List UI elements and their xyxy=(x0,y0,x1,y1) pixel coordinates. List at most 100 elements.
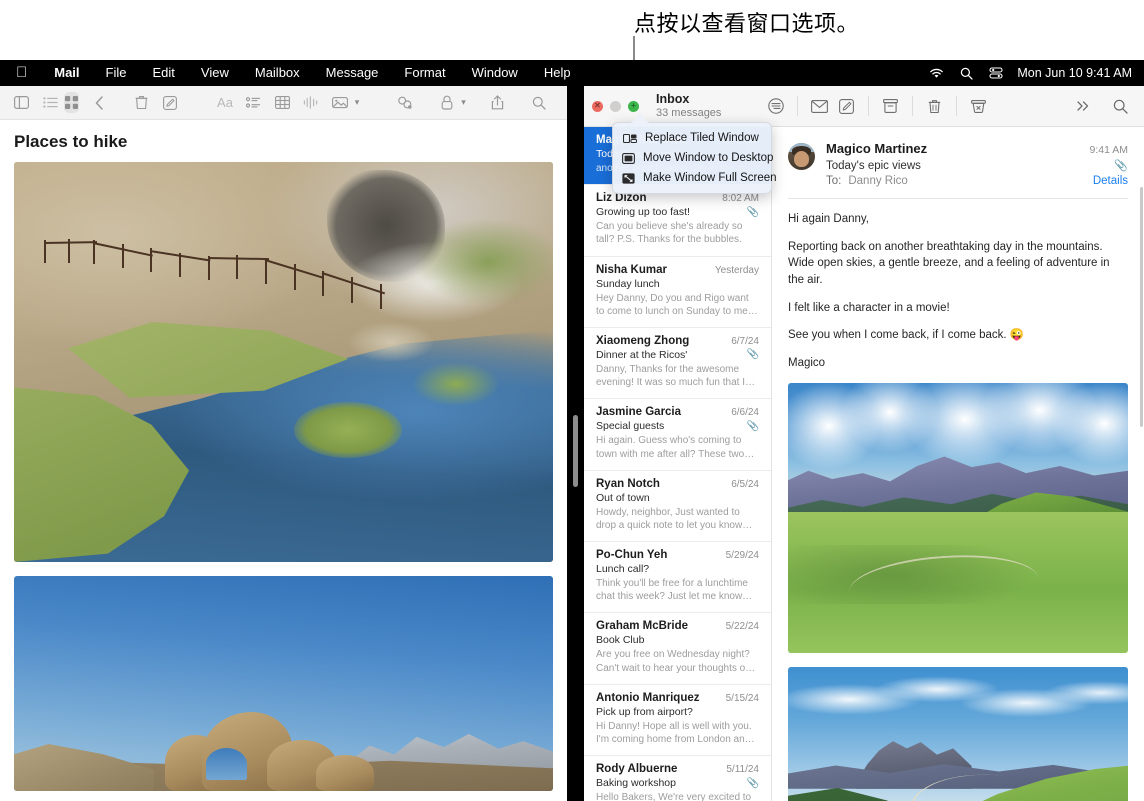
notes-window: Aa ▾ ▾ xyxy=(0,86,567,801)
paperclip-icon: 📎 xyxy=(747,778,759,789)
message-list[interactable]: Magico Martinez9:41 AM Today's epic view… xyxy=(584,127,772,801)
window-options-menu[interactable]: Replace Tiled Window Move Window to Desk… xyxy=(612,122,772,194)
share-icon[interactable] xyxy=(490,92,505,113)
table-row[interactable]: Graham McBride5/22/24 Book Club Are you … xyxy=(584,613,771,684)
mail-toolbar-buttons xyxy=(762,94,992,118)
menu-item-window[interactable]: Window xyxy=(459,60,531,86)
scrollbar[interactable] xyxy=(1140,187,1143,427)
menu-item-message[interactable]: Message xyxy=(313,60,392,86)
message-body: Hi again Danny, Reporting back on anothe… xyxy=(772,199,1144,372)
mailbox-title: Inbox xyxy=(656,92,721,106)
menu-bar-items:  Mail File Edit View Mailbox Message Fo… xyxy=(0,60,584,86)
menu-bar-status-area: Mon Jun 10 9:41 AM xyxy=(921,66,1144,80)
message-sender: Antonio Manriquez xyxy=(596,692,726,704)
audio-icon[interactable] xyxy=(303,92,318,113)
menu-item-replace-tiled-window[interactable]: Replace Tiled Window xyxy=(613,128,771,148)
avatar xyxy=(788,143,815,170)
search-icon[interactable] xyxy=(951,67,981,80)
message-subject: Book Club xyxy=(596,634,759,646)
maximize-icon[interactable]: + xyxy=(628,101,639,112)
message-date: Yesterday xyxy=(715,265,759,276)
chevron-down-icon[interactable]: ▾ xyxy=(355,97,360,108)
message-preview: Hello Bakers, We're very excited to have… xyxy=(596,791,759,801)
menu-item-edit[interactable]: Edit xyxy=(140,60,188,86)
message-date: 5/29/24 xyxy=(726,550,759,561)
apple-menu-icon[interactable]:  xyxy=(0,60,41,86)
details-link[interactable]: Details xyxy=(1093,175,1128,187)
ridge-trail-photo[interactable] xyxy=(788,667,1128,801)
menu-item-help[interactable]: Help xyxy=(531,60,584,86)
menu-item-mail[interactable]: Mail xyxy=(41,60,92,86)
table-row[interactable]: Jasmine Garcia6/6/24 Special guests📎 Hi … xyxy=(584,399,771,470)
message-subject: Pick up from airport? xyxy=(596,706,759,718)
message-subject: Sunday lunch xyxy=(596,278,759,290)
back-icon[interactable] xyxy=(92,92,107,113)
trash-icon[interactable] xyxy=(134,92,149,113)
mobius-arch-photo xyxy=(14,576,553,791)
body-paragraph: I felt like a character in a movie! xyxy=(788,300,1128,317)
table-row[interactable]: Antonio Manriquez5/15/24 Pick up from ai… xyxy=(584,685,771,756)
callout-text: 点按以查看窗口选项。 xyxy=(634,6,859,38)
table-row[interactable]: Liz Dizon8:02 AM Growing up too fast!📎 C… xyxy=(584,185,771,256)
message-preview: Hey Danny, Do you and Rigo want to come … xyxy=(596,292,759,318)
mailbox-header: Inbox 33 messages xyxy=(656,92,721,119)
message-preview: Howdy, neighbor, Just wanted to drop a q… xyxy=(596,506,759,532)
message-date: 6/5/24 xyxy=(731,479,759,490)
delete-icon[interactable] xyxy=(921,94,948,118)
table-row[interactable]: Rody Albuerne5/11/24 Baking workshop📎 He… xyxy=(584,756,771,801)
reading-subject: Today's epic views xyxy=(826,160,1114,172)
screenshot-root: 点按以查看窗口选项。  Mail File Edit View Mailbox… xyxy=(0,0,1144,801)
table-row[interactable]: Ryan Notch6/5/24 Out of town Howdy, neig… xyxy=(584,471,771,542)
full-screen-icon xyxy=(622,172,635,185)
message-sender: Jasmine Garcia xyxy=(596,406,731,418)
checklist-icon[interactable] xyxy=(246,92,261,113)
more-icon[interactable] xyxy=(1070,94,1097,118)
compose-icon[interactable] xyxy=(833,94,860,118)
menu-item-file[interactable]: File xyxy=(93,60,140,86)
message-preview: Hi again. Guess who's coming to town wit… xyxy=(596,434,759,460)
lock-icon[interactable] xyxy=(439,92,454,113)
chevron-down-icon-lock[interactable]: ▾ xyxy=(461,97,466,108)
media-icon[interactable] xyxy=(332,92,348,113)
menu-item-make-window-full-screen[interactable]: Make Window Full Screen xyxy=(613,168,771,188)
macos-menu-bar:  Mail File Edit View Mailbox Message Fo… xyxy=(0,60,1144,86)
paperclip-icon: 📎 xyxy=(747,349,759,360)
table-row[interactable]: Nisha KumarYesterday Sunday lunch Hey Da… xyxy=(584,257,771,328)
minimize-icon[interactable] xyxy=(610,101,621,112)
control-center-icon[interactable] xyxy=(981,67,1011,79)
message-sender: Ryan Notch xyxy=(596,478,731,490)
menu-item-view[interactable]: View xyxy=(188,60,242,86)
junk-icon[interactable] xyxy=(965,94,992,118)
tiled-window-icon xyxy=(622,132,637,145)
list-view-icon[interactable] xyxy=(43,92,58,113)
filter-icon[interactable] xyxy=(762,94,789,118)
menu-bar-clock[interactable]: Mon Jun 10 9:41 AM xyxy=(1011,66,1132,80)
menu-item-label: Make Window Full Screen xyxy=(643,172,777,184)
notes-toolbar: Aa ▾ ▾ xyxy=(0,86,567,120)
message-sender: Graham McBride xyxy=(596,620,726,632)
archive-icon[interactable] xyxy=(877,94,904,118)
paperclip-icon[interactable]: 📎 xyxy=(1114,159,1128,172)
message-preview: Think you'll be free for a lunchtime cha… xyxy=(596,577,759,603)
mark-unread-icon[interactable] xyxy=(806,94,833,118)
compose-note-icon[interactable] xyxy=(162,92,177,113)
paperclip-icon: 📎 xyxy=(747,207,759,218)
window-resize-handle[interactable] xyxy=(573,415,578,487)
wifi-icon[interactable] xyxy=(921,68,951,79)
format-aa-icon[interactable]: Aa xyxy=(217,92,233,113)
menu-item-mailbox[interactable]: Mailbox xyxy=(242,60,313,86)
message-date: 5/22/24 xyxy=(726,621,759,632)
close-icon[interactable]: ✕ xyxy=(592,101,603,112)
search-icon-notes[interactable] xyxy=(532,92,547,113)
message-subject: Dinner at the Ricos' xyxy=(596,349,747,361)
menu-item-format[interactable]: Format xyxy=(391,60,458,86)
table-row[interactable]: Po-Chun Yeh5/29/24 Lunch call? Think you… xyxy=(584,542,771,613)
search-icon-mail[interactable] xyxy=(1107,94,1134,118)
table-row[interactable]: Xiaomeng Zhong6/7/24 Dinner at the Ricos… xyxy=(584,328,771,399)
gallery-view-icon[interactable] xyxy=(64,92,79,113)
menu-item-move-window-to-desktop[interactable]: Move Window to Desktop xyxy=(613,148,771,168)
table-icon[interactable] xyxy=(275,92,290,113)
collaborate-icon[interactable] xyxy=(397,92,413,113)
sidebar-toggle-icon[interactable] xyxy=(14,92,29,113)
dolomites-valley-photo[interactable] xyxy=(788,383,1128,653)
